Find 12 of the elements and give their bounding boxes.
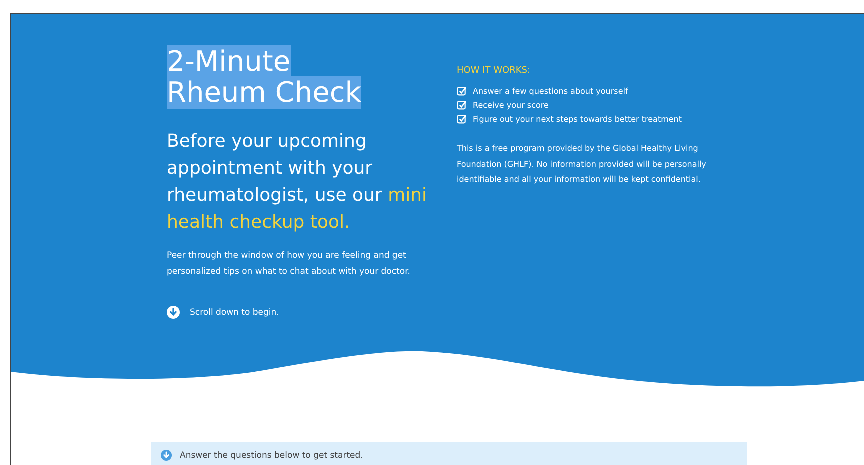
arrow-down-circle-icon[interactable]	[167, 306, 180, 319]
section-heading: HOW IT WORKS:	[457, 66, 532, 76]
step-text: Answer a few questions about yourself	[473, 86, 628, 96]
intro-text: Peer through the window of how you are feeling and get personalized tips on what to chat about with your doctor.	[167, 250, 412, 279]
disclaimer-text: This is a free program provided by the Global Healthy Living Foundation (GHLF). No information provided will be personally identifiable and all your information will be kept confidential.	[457, 143, 708, 186]
step-text: Figure out your next steps towards better treatment	[473, 114, 682, 124]
arrow-down-circle-icon	[161, 450, 172, 461]
intro-heading: Before your upcoming appointment with your rheumatologist, use our mini health checkup tool.	[167, 130, 427, 235]
scroll-hint: Scroll down to begin.	[190, 308, 280, 318]
page-title: 2-Minute Rheum Check	[167, 46, 362, 108]
notice-text: Answer the questions below to get started.	[180, 450, 364, 460]
step-text: Receive your score	[473, 100, 549, 110]
